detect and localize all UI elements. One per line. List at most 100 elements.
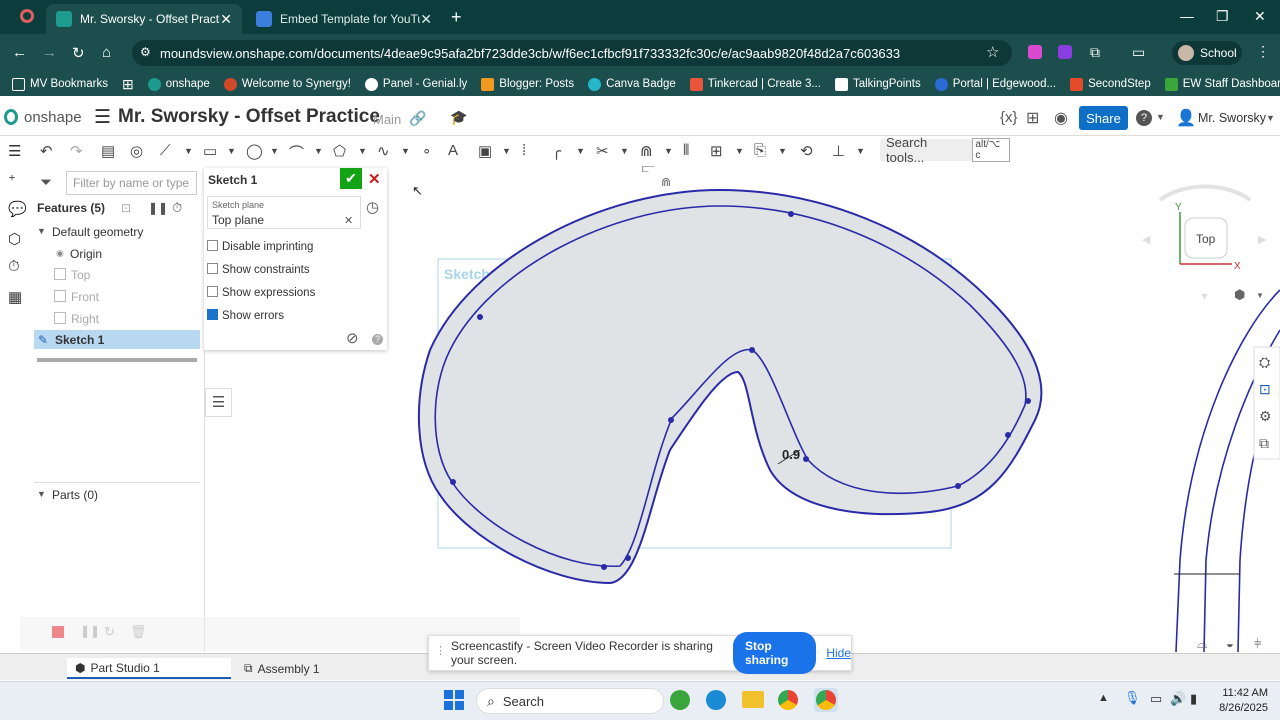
tab-part-studio[interactable]: ⬢ Part Studio 1 xyxy=(67,658,231,679)
profile-button[interactable]: School xyxy=(1172,41,1242,65)
chrome-icon[interactable] xyxy=(778,690,798,710)
rectangle-dropdown-icon[interactable]: ▼ xyxy=(227,146,236,156)
bookmark-ew-staff[interactable]: EW Staff Dashboard xyxy=(1164,77,1280,91)
extension-icon[interactable] xyxy=(1058,45,1072,59)
offset-dimension[interactable]: 0.9 xyxy=(782,447,800,462)
clear-plane-icon[interactable]: ✕ xyxy=(344,214,353,227)
apps-grid-icon[interactable]: ⊞ xyxy=(122,76,134,93)
trash-icon[interactable]: 🗑 xyxy=(130,624,147,640)
view-mode-dropdown-icon[interactable]: ▼ xyxy=(1256,291,1264,300)
bookmark-synergy[interactable]: Welcome to Synergy! xyxy=(223,77,351,91)
outer-offset-profile[interactable] xyxy=(417,188,1043,585)
feature-filter-input[interactable]: Filter by name or type xyxy=(66,171,197,195)
link-icon[interactable]: 🔗 xyxy=(409,110,426,127)
browser-tab-onshape[interactable]: Mr. Sworsky - Offset Practice | ✕ xyxy=(46,4,242,34)
sketch-vertex[interactable] xyxy=(1025,398,1031,404)
checkbox-checked[interactable] xyxy=(207,309,218,320)
parts-header[interactable]: Parts (0) xyxy=(52,488,98,502)
site-info-icon[interactable]: ⚙ xyxy=(140,45,151,59)
checkbox[interactable] xyxy=(207,286,218,297)
trim-dropdown-icon[interactable]: ▼ xyxy=(620,146,629,156)
chrome-active-app[interactable] xyxy=(814,688,838,712)
branch-label[interactable]: Main xyxy=(373,112,401,127)
close-tab-icon[interactable]: ✕ xyxy=(420,11,432,28)
redo-icon[interactable]: ↷ xyxy=(70,142,83,160)
use-icon[interactable]: ◎ xyxy=(130,142,143,160)
bookmark-star-icon[interactable]: ☆ xyxy=(986,43,999,61)
render-mode-icon[interactable]: ◒ xyxy=(1226,636,1234,651)
bookmark-onshape[interactable]: onshape xyxy=(147,77,210,91)
reload-icon[interactable]: ↻ xyxy=(72,44,85,62)
url-bar[interactable]: moundsview.onshape.com/documents/4deae9c… xyxy=(132,40,1012,66)
window-close-icon[interactable]: ✕ xyxy=(1254,8,1266,25)
graphics-canvas[interactable]: Sketch 1 0.9 ⫍ ⋒ Top Y X ◀ ▶ ▼ ⬢ ▼ ⛭ ⊡ ⚙… xyxy=(387,164,1280,652)
sketch-vertex[interactable] xyxy=(668,417,674,423)
search-tools-input[interactable]: Search tools... alt/⌥ c xyxy=(880,135,1010,165)
bookmark-blogger[interactable]: Blogger: Posts xyxy=(481,77,574,91)
document-title[interactable]: Mr. Sworsky - Offset Practice xyxy=(118,106,380,128)
feature-top-plane[interactable]: Top xyxy=(71,268,90,282)
chevron-down-icon[interactable]: ▼ xyxy=(1156,112,1165,122)
dxf-icon[interactable]: ⎘ xyxy=(754,142,766,159)
new-tab-icon[interactable]: + xyxy=(451,7,462,28)
minimize-icon[interactable]: — xyxy=(1180,8,1194,24)
maximize-icon[interactable]: ❐ xyxy=(1216,8,1229,25)
sketch-vertex[interactable] xyxy=(749,347,755,353)
polygon-icon[interactable]: ⬠ xyxy=(333,142,346,160)
bookmark-genially[interactable]: Panel - Genial.ly xyxy=(364,77,467,91)
checkbox[interactable] xyxy=(207,240,218,251)
tray-chevron-icon[interactable]: ▲ xyxy=(1098,692,1109,704)
collapse-chevron-icon[interactable]: ▼ xyxy=(37,226,46,236)
bom-icon[interactable]: ▦ xyxy=(8,288,22,306)
user-name[interactable]: Mr. Sworsky xyxy=(1198,111,1266,125)
offset-dropdown-icon[interactable]: ▼ xyxy=(664,146,673,156)
default-geometry-folder[interactable]: Default geometry xyxy=(52,225,143,239)
rectangle-icon[interactable]: ▭ xyxy=(203,142,217,160)
regen-timer-icon[interactable]: ⏱ xyxy=(172,200,182,216)
option-show-errors[interactable]: Show errors xyxy=(207,309,284,322)
spline-icon[interactable]: ∿ xyxy=(377,142,390,160)
circle-icon[interactable]: ◯ xyxy=(246,142,263,160)
insert-dropdown-icon[interactable]: ▼ xyxy=(502,146,511,156)
sketch-vertex[interactable] xyxy=(450,479,456,485)
history-icon[interactable]: ⏱ xyxy=(8,258,20,275)
constraint-icon[interactable]: ⊥ xyxy=(832,142,845,160)
feature-right-plane[interactable]: Right xyxy=(71,312,99,326)
volume-icon[interactable]: 🔊 xyxy=(1170,691,1186,707)
cast-icon[interactable]: ▭ xyxy=(1132,44,1145,61)
drag-handle-icon[interactable]: ⋮ xyxy=(435,644,446,657)
comments-icon[interactable]: 💬 xyxy=(8,200,27,218)
home-icon[interactable]: ⌂ xyxy=(102,44,111,61)
text-icon[interactable]: A xyxy=(448,142,458,159)
rotate-right-icon[interactable]: ▶ xyxy=(1258,234,1267,246)
configurations-icon[interactable]: ⚙ xyxy=(1259,408,1272,424)
extension-icon[interactable] xyxy=(1028,45,1042,59)
tab-assembly[interactable]: ⧉ Assembly 1 xyxy=(236,658,400,679)
stop-icon[interactable] xyxy=(52,626,64,638)
document-icon[interactable]: ▤ xyxy=(101,142,115,160)
sketch-vertex[interactable] xyxy=(803,456,809,462)
measure-icon[interactable]: ⟲ xyxy=(800,142,813,160)
line-icon[interactable]: ⟋ xyxy=(160,142,171,159)
extensions-puzzle-icon[interactable]: ⧉ xyxy=(1090,44,1100,61)
pattern-dropdown-icon[interactable]: ▼ xyxy=(735,146,744,156)
file-explorer-icon[interactable] xyxy=(742,691,764,708)
windows-start-icon[interactable] xyxy=(444,690,464,710)
sketch-vertex[interactable] xyxy=(477,314,483,320)
undo-icon[interactable]: ↶ xyxy=(40,142,53,160)
trim-icon[interactable]: ✂ xyxy=(596,142,609,160)
option-disable-imprinting[interactable]: Disable imprinting xyxy=(207,240,313,253)
measure-units-icon[interactable]: ⫩ xyxy=(1254,636,1261,651)
option-show-expressions[interactable]: Show expressions xyxy=(207,286,315,299)
circle-dropdown-icon[interactable]: ▼ xyxy=(270,146,279,156)
construction-icon[interactable]: ⁞ xyxy=(522,142,526,159)
view-cube-label[interactable]: Top xyxy=(1196,232,1216,246)
sketch-vertex[interactable] xyxy=(788,211,794,217)
line-dropdown-icon[interactable]: ▼ xyxy=(184,146,193,156)
offset-icon[interactable]: ⋒ xyxy=(640,142,653,160)
graduation-cap-icon[interactable]: 🎓 xyxy=(450,109,467,126)
learning-center-icon[interactable]: ◉ xyxy=(1054,108,1068,128)
arc-dropdown-icon[interactable]: ▼ xyxy=(314,146,323,156)
insert-image-icon[interactable]: ▣ xyxy=(478,142,492,160)
folder-icon[interactable]: ⊡ xyxy=(121,201,131,215)
